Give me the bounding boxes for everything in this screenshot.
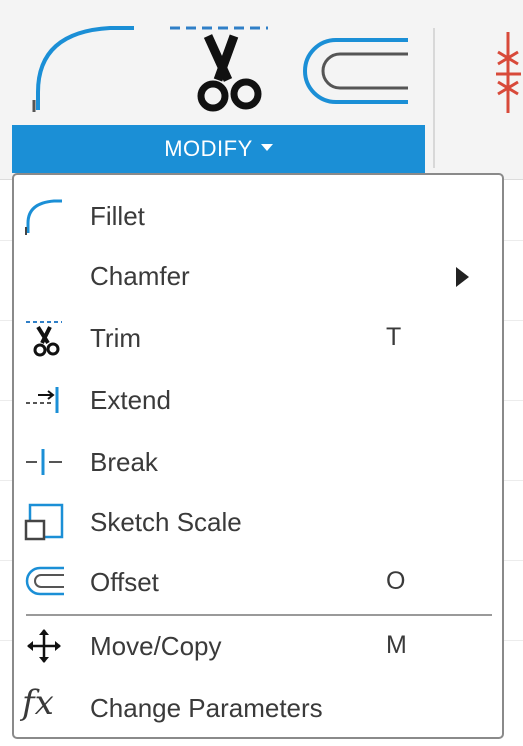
modify-menu: Fillet Chamfer Trim T Extend Break Sketc…: [12, 173, 504, 739]
trim-icon: [26, 321, 62, 357]
modify-label: MODIFY: [164, 136, 253, 161]
menu-item-label: Change Parameters: [90, 693, 323, 723]
menu-item-label: Extend: [90, 385, 171, 415]
trim-tool-icon[interactable]: [168, 22, 273, 117]
menu-item-label: Fillet: [90, 201, 145, 231]
menu-item-shortcut: O: [386, 567, 406, 595]
menu-item-chamfer[interactable]: Chamfer: [14, 247, 502, 305]
move-arrows-icon: [27, 629, 61, 663]
sketch-scale-icon: [24, 503, 64, 541]
menu-item-change-parameters[interactable]: fx Change Parameters: [14, 679, 502, 737]
menu-item-label: Move/Copy: [90, 631, 222, 661]
menu-item-extend[interactable]: Extend: [14, 371, 502, 429]
menu-item-trim[interactable]: Trim T: [14, 309, 502, 367]
menu-item-label: Sketch Scale: [90, 507, 242, 537]
mirror-tool-icon[interactable]: [494, 30, 523, 115]
extend-icon: [26, 387, 59, 413]
toolbar-separator: [433, 28, 435, 168]
menu-item-offset[interactable]: Offset O: [14, 553, 502, 611]
modify-dropdown-button[interactable]: MODIFY: [12, 125, 425, 173]
menu-item-move-copy[interactable]: Move/Copy M: [14, 617, 502, 675]
menu-item-label: Chamfer: [90, 261, 190, 291]
menu-item-break[interactable]: Break: [14, 433, 502, 491]
menu-item-shortcut: M: [386, 631, 407, 659]
fillet-icon: [25, 199, 62, 235]
fx-icon: fx: [22, 683, 54, 723]
menu-item-shortcut: T: [386, 323, 402, 351]
menu-item-sketch-scale[interactable]: Sketch Scale: [14, 493, 502, 551]
submenu-arrow-icon: [456, 267, 469, 287]
toolbar: MODIFY: [0, 0, 523, 180]
menu-item-label: Trim: [90, 323, 142, 353]
menu-item-label: Offset: [90, 567, 159, 597]
fillet-tool-icon[interactable]: [30, 22, 140, 114]
menu-item-label: Break: [90, 447, 158, 477]
caret-down-icon: [260, 143, 273, 151]
offset-tool-icon[interactable]: [300, 36, 412, 106]
offset-icon: [25, 566, 64, 596]
menu-separator: [26, 614, 492, 616]
break-icon: [26, 449, 62, 475]
menu-item-fillet[interactable]: Fillet: [14, 187, 502, 245]
